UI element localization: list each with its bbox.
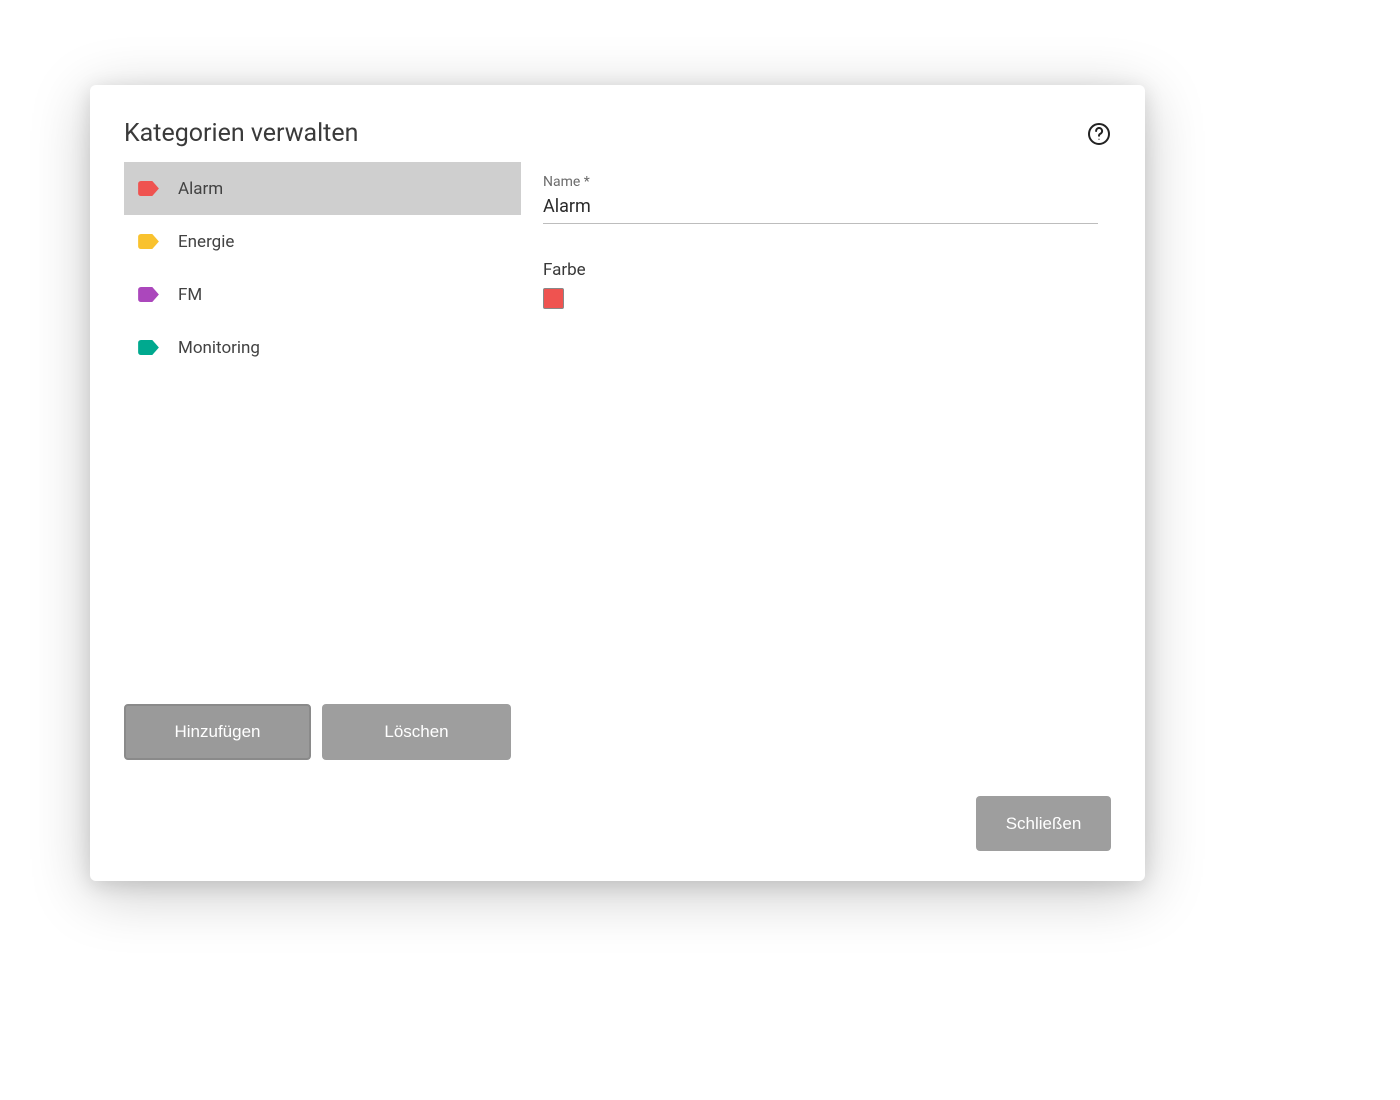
left-pane: Alarm Energie FM Monitoring Hinzufügen Lösc…: [124, 162, 521, 760]
color-section: Farbe: [543, 260, 1111, 309]
name-field-label: Name *: [543, 174, 1111, 190]
category-item[interactable]: Monitoring: [124, 321, 521, 374]
name-input[interactable]: [543, 194, 1098, 224]
close-button[interactable]: Schließen: [976, 796, 1111, 851]
tag-icon: [137, 180, 160, 197]
manage-categories-dialog: Kategorien verwalten Alarm Energie FM Monit…: [90, 85, 1145, 881]
dialog-footer: Schließen: [124, 796, 1111, 851]
category-item[interactable]: Energie: [124, 215, 521, 268]
dialog-body: Alarm Energie FM Monitoring Hinzufügen Lösc…: [124, 162, 1111, 760]
dialog-header: Kategorien verwalten: [124, 119, 1111, 148]
color-swatch[interactable]: [543, 288, 564, 309]
category-item-label: Energie: [178, 232, 234, 252]
tag-icon: [137, 233, 160, 250]
category-item-label: FM: [178, 285, 202, 305]
tag-icon: [137, 339, 160, 356]
list-button-row: Hinzufügen Löschen: [124, 704, 521, 760]
category-item-label: Monitoring: [178, 338, 260, 358]
tag-icon: [137, 286, 160, 303]
category-item[interactable]: Alarm: [124, 162, 521, 215]
category-item-label: Alarm: [178, 179, 223, 199]
category-list: Alarm Energie FM Monitoring: [124, 162, 521, 704]
right-pane: Name * Farbe: [543, 162, 1111, 760]
color-field-label: Farbe: [543, 260, 1111, 280]
delete-button[interactable]: Löschen: [322, 704, 511, 760]
dialog-title: Kategorien verwalten: [124, 119, 358, 148]
help-icon[interactable]: [1087, 122, 1111, 146]
category-item[interactable]: FM: [124, 268, 521, 321]
add-button[interactable]: Hinzufügen: [124, 704, 311, 760]
